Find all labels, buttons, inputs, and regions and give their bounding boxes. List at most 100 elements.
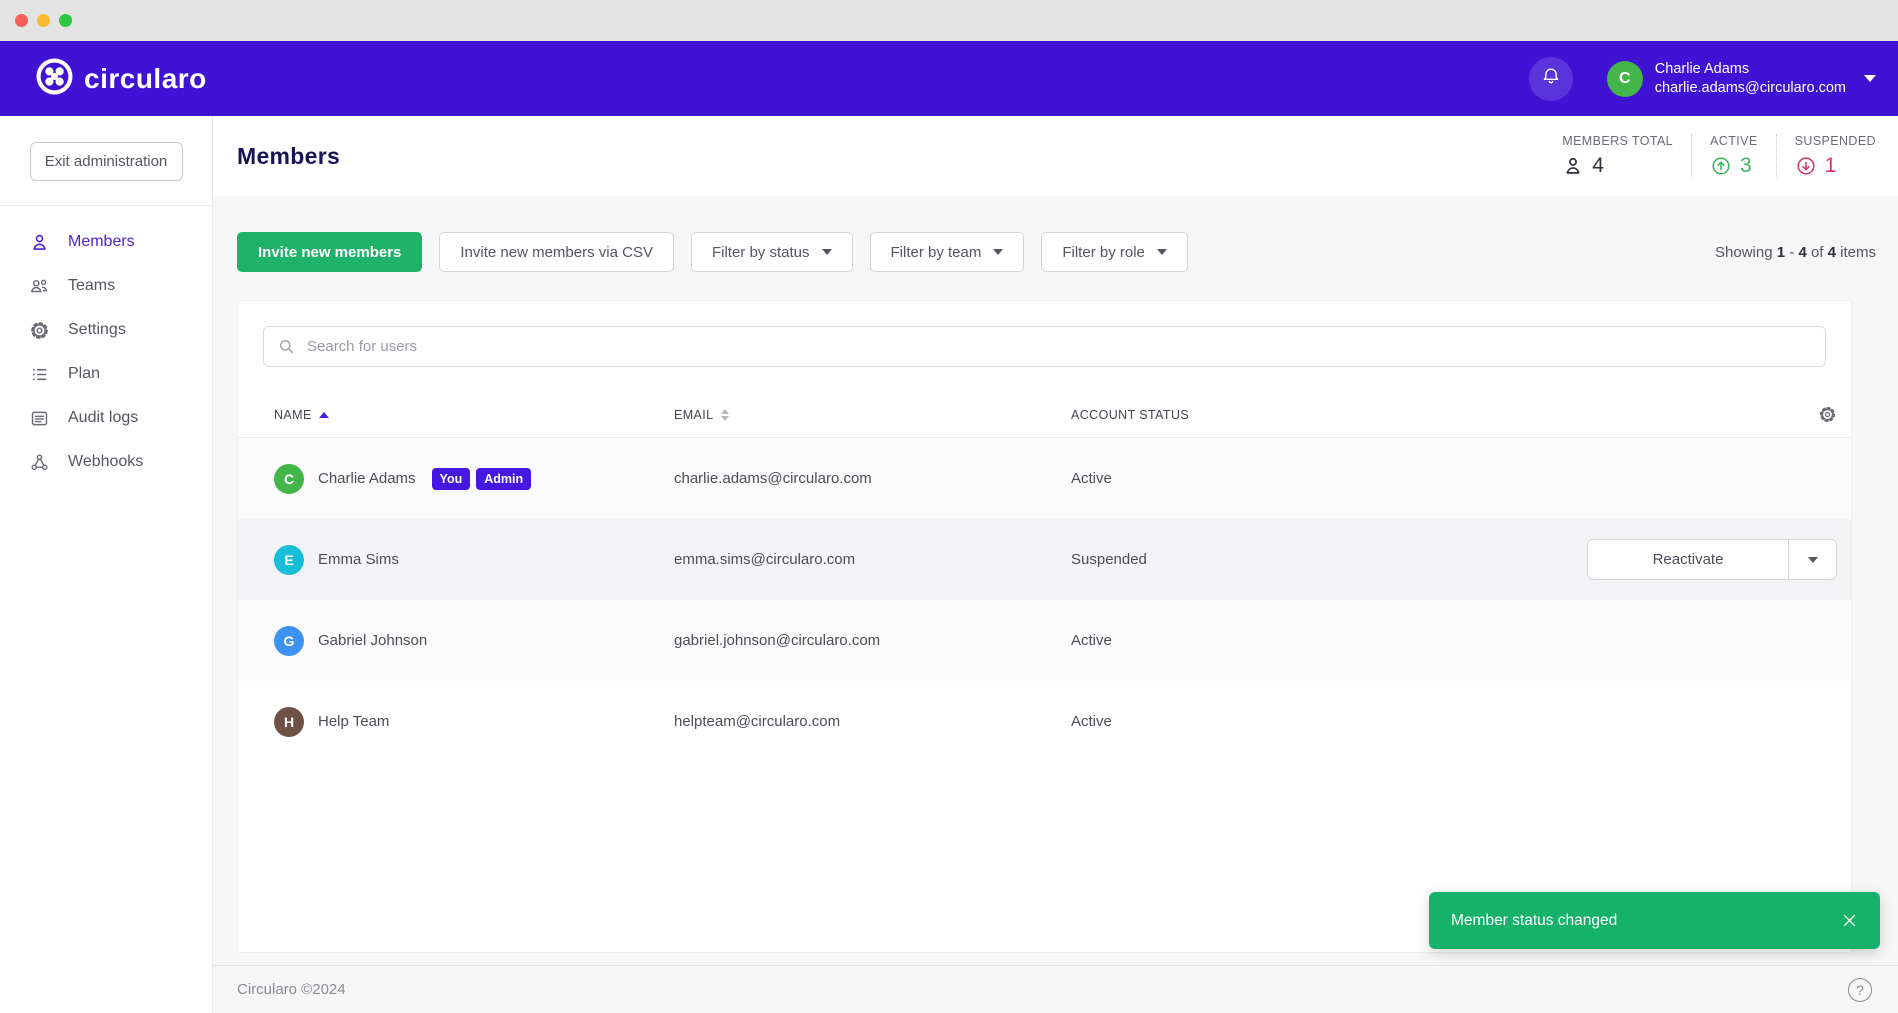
sidebar-nav: Members Teams Settings bbox=[0, 206, 212, 484]
webhook-icon bbox=[28, 451, 50, 473]
arrow-up-circle-icon bbox=[1710, 155, 1732, 177]
member-name: Gabriel Johnson bbox=[318, 632, 427, 649]
notifications-button[interactable] bbox=[1529, 57, 1573, 101]
sidebar: Exit administration Members Teams bbox=[0, 116, 213, 1013]
filter-label: Filter by role bbox=[1062, 244, 1145, 261]
pagination-summary: Showing 1 - 4 of 4 items bbox=[1715, 244, 1876, 261]
member-avatar: G bbox=[274, 626, 304, 656]
member-name: Help Team bbox=[318, 713, 389, 730]
member-email: gabriel.johnson@circularo.com bbox=[674, 632, 1071, 649]
window-titlebar bbox=[0, 0, 1898, 41]
table-row[interactable]: C Charlie Adams You Admin charlie.adams@… bbox=[238, 438, 1851, 519]
member-status: Active bbox=[1071, 470, 1577, 487]
toast-notification: Member status changed bbox=[1429, 892, 1880, 949]
stat-active: ACTIVE 3 bbox=[1691, 134, 1776, 178]
sidebar-item-label: Plan bbox=[68, 365, 100, 383]
invite-new-members-button[interactable]: Invite new members bbox=[237, 232, 422, 272]
stat-suspended: SUSPENDED 1 bbox=[1776, 134, 1876, 178]
list-icon bbox=[28, 363, 50, 385]
user-menu[interactable]: C Charlie Adams charlie.adams@circularo.… bbox=[1607, 60, 1876, 98]
chevron-down-icon bbox=[1808, 557, 1818, 563]
brand-logo[interactable]: circularo bbox=[36, 58, 207, 100]
row-actions-dropdown-button[interactable] bbox=[1789, 540, 1836, 579]
filter-by-status-dropdown[interactable]: Filter by status bbox=[691, 232, 853, 272]
member-name: Emma Sims bbox=[318, 551, 399, 568]
user-avatar: C bbox=[1607, 61, 1643, 97]
sidebar-item-plan[interactable]: Plan bbox=[0, 352, 212, 396]
chevron-down-icon bbox=[822, 249, 832, 255]
you-badge: You bbox=[432, 468, 471, 490]
stat-members-total: MEMBERS TOTAL 4 bbox=[1544, 134, 1691, 178]
page-title: Members bbox=[237, 143, 340, 170]
reactivate-split-button: Reactivate bbox=[1587, 539, 1837, 580]
sidebar-item-label: Members bbox=[68, 233, 135, 251]
minimize-window-button[interactable] bbox=[37, 14, 50, 27]
app-header: circularo C Charlie Adams charlie.adams@… bbox=[0, 41, 1898, 116]
stat-label: SUSPENDED bbox=[1795, 134, 1876, 148]
gear-icon bbox=[1818, 405, 1837, 424]
gear-icon bbox=[28, 319, 50, 341]
filter-label: Filter by team bbox=[891, 244, 982, 261]
sidebar-item-label: Teams bbox=[68, 277, 115, 295]
filter-by-team-dropdown[interactable]: Filter by team bbox=[870, 232, 1025, 272]
user-info: Charlie Adams charlie.adams@circularo.co… bbox=[1655, 60, 1846, 98]
member-status: Suspended bbox=[1071, 551, 1577, 568]
user-email: charlie.adams@circularo.com bbox=[1655, 80, 1846, 96]
sidebar-item-settings[interactable]: Settings bbox=[0, 308, 212, 352]
arrow-down-circle-icon bbox=[1795, 155, 1817, 177]
table-settings-button[interactable] bbox=[1818, 405, 1837, 424]
sort-icon bbox=[721, 409, 729, 421]
search-bar bbox=[263, 326, 1826, 367]
close-window-button[interactable] bbox=[15, 14, 28, 27]
sidebar-item-label: Settings bbox=[68, 321, 126, 339]
table-header-row: NAME EMAIL ACCOUNT STATUS bbox=[238, 392, 1851, 438]
member-email: helpteam@circularo.com bbox=[674, 713, 1071, 730]
search-input[interactable] bbox=[307, 338, 1812, 355]
member-avatar: C bbox=[274, 464, 304, 494]
members-toolbar: Invite new members Invite new members vi… bbox=[237, 232, 1876, 272]
sidebar-item-webhooks[interactable]: Webhooks bbox=[0, 440, 212, 484]
close-icon[interactable] bbox=[1841, 912, 1858, 929]
member-email: charlie.adams@circularo.com bbox=[674, 470, 1071, 487]
filter-label: Filter by status bbox=[712, 244, 810, 261]
stat-label: MEMBERS TOTAL bbox=[1562, 134, 1673, 148]
sidebar-item-audit-logs[interactable]: Audit logs bbox=[0, 396, 212, 440]
document-icon bbox=[28, 407, 50, 429]
sidebar-item-members[interactable]: Members bbox=[0, 220, 212, 264]
help-button[interactable]: ? bbox=[1848, 978, 1872, 1002]
member-avatar: E bbox=[274, 545, 304, 575]
brand-name: circularo bbox=[84, 63, 207, 95]
copyright-text: Circularo ©2024 bbox=[237, 981, 346, 998]
stat-label: ACTIVE bbox=[1710, 134, 1758, 148]
sidebar-item-teams[interactable]: Teams bbox=[0, 264, 212, 308]
stat-value: 1 bbox=[1825, 154, 1837, 178]
table-row[interactable]: H Help Team helpteam@circularo.com Activ… bbox=[238, 681, 1851, 762]
column-header-account-status[interactable]: ACCOUNT STATUS bbox=[1071, 408, 1577, 422]
sort-ascending-icon bbox=[319, 412, 329, 418]
member-email: emma.sims@circularo.com bbox=[674, 551, 1071, 568]
reactivate-button[interactable]: Reactivate bbox=[1588, 540, 1789, 579]
member-stats: MEMBERS TOTAL 4 ACTIVE bbox=[1544, 134, 1876, 178]
search-icon bbox=[277, 337, 296, 356]
column-header-email[interactable]: EMAIL bbox=[674, 408, 1071, 422]
window-controls bbox=[15, 14, 72, 27]
members-table-card: NAME EMAIL ACCOUNT STATUS bbox=[237, 300, 1852, 953]
member-status: Active bbox=[1071, 713, 1577, 730]
circularo-logo-icon bbox=[36, 58, 73, 100]
maximize-window-button[interactable] bbox=[59, 14, 72, 27]
member-name: Charlie Adams bbox=[318, 470, 416, 487]
table-row[interactable]: G Gabriel Johnson gabriel.johnson@circul… bbox=[238, 600, 1851, 681]
stat-value: 3 bbox=[1740, 154, 1752, 178]
people-icon bbox=[28, 275, 50, 297]
toast-message: Member status changed bbox=[1451, 912, 1617, 930]
column-header-name[interactable]: NAME bbox=[274, 408, 674, 422]
member-status: Active bbox=[1071, 632, 1577, 649]
chevron-down-icon bbox=[1864, 75, 1876, 82]
invite-csv-button[interactable]: Invite new members via CSV bbox=[439, 232, 674, 272]
page-header: Members MEMBERS TOTAL 4 ACTIVE bbox=[213, 116, 1898, 196]
main-content: Members MEMBERS TOTAL 4 ACTIVE bbox=[213, 116, 1898, 1013]
exit-administration-button[interactable]: Exit administration bbox=[30, 142, 183, 181]
chevron-down-icon bbox=[1157, 249, 1167, 255]
table-row[interactable]: E Emma Sims emma.sims@circularo.com Susp… bbox=[238, 519, 1851, 600]
filter-by-role-dropdown[interactable]: Filter by role bbox=[1041, 232, 1188, 272]
